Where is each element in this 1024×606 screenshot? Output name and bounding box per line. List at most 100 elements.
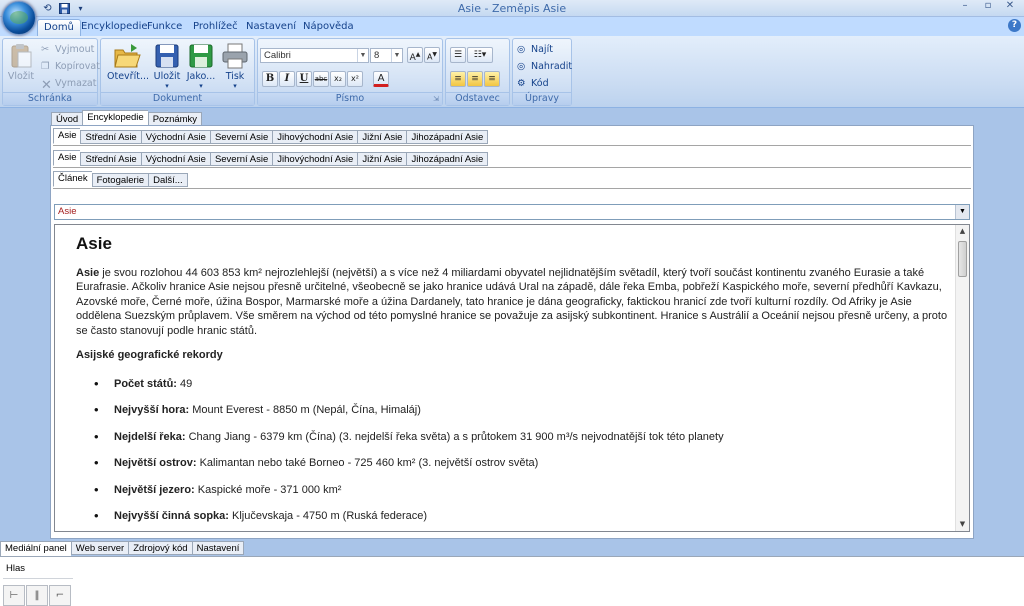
workspace: Úvod Encyklopedie Poznámky Asie Střední … bbox=[0, 109, 1024, 540]
open-button[interactable]: Otevřít... bbox=[107, 42, 149, 82]
article-content: Asie Asie je svou rozlohou 44 603 853 km… bbox=[76, 231, 951, 531]
region-tab-severni-asie[interactable]: Severní Asie bbox=[209, 152, 273, 166]
vertical-scrollbar[interactable]: ▲ ▼ bbox=[955, 225, 969, 531]
pause-button[interactable]: ‖ bbox=[26, 585, 48, 606]
close-button[interactable]: ✕ bbox=[999, 0, 1021, 15]
scissors-icon: ✂ bbox=[41, 44, 49, 55]
cut-button[interactable]: ✂ Vyjmout bbox=[41, 44, 94, 55]
scroll-down-icon[interactable]: ▼ bbox=[956, 518, 969, 531]
align-right-icon[interactable]: ≡ bbox=[484, 71, 500, 87]
bullet-list-icon[interactable]: ☰ bbox=[450, 47, 466, 63]
region-tab-jizni-asie[interactable]: Jižní Asie bbox=[357, 152, 407, 166]
group-editing: ◎ Najít ◎ Nahradit ⚙ Kód Úpravy bbox=[512, 38, 572, 106]
tab-funkce[interactable]: Funkce bbox=[141, 19, 188, 36]
font-color-button[interactable]: A bbox=[373, 71, 389, 87]
tab-prohlizec[interactable]: Prohlížeč bbox=[187, 19, 244, 36]
tab-encyklopedie-doc[interactable]: Encyklopedie bbox=[82, 110, 148, 126]
print-button[interactable]: Tisk ▾ bbox=[219, 42, 251, 90]
region-tab-vychodni-asie[interactable]: Východní Asie bbox=[140, 130, 210, 144]
grow-font-icon[interactable]: A▲ bbox=[407, 47, 423, 63]
bold-button[interactable]: B bbox=[262, 71, 278, 87]
tab-nastaveni[interactable]: Nastavení bbox=[240, 19, 302, 36]
group-label: Písmo bbox=[258, 92, 442, 105]
region-tab-strip-1: Asie Střední Asie Východní Asie Severní … bbox=[53, 128, 489, 144]
tab-medialni-panel[interactable]: Mediální panel bbox=[0, 541, 71, 557]
tab-napoveda[interactable]: Nápověda bbox=[297, 19, 360, 36]
region-tab-stredni-asie[interactable]: Střední Asie bbox=[80, 152, 141, 166]
region-tab-severni-asie[interactable]: Severní Asie bbox=[209, 130, 273, 144]
stop-button[interactable]: ⌐ bbox=[49, 585, 71, 606]
numbered-list-icon[interactable]: ☷▾ bbox=[467, 47, 493, 63]
application-menu-globe-icon[interactable] bbox=[2, 1, 36, 35]
group-label: Dokument bbox=[101, 92, 254, 105]
copy-button[interactable]: ❐ Kopírovat bbox=[41, 61, 100, 72]
shrink-font-icon[interactable]: A▼ bbox=[424, 47, 440, 63]
replace-button[interactable]: ◎ Nahradit bbox=[517, 61, 572, 72]
tab-fotogalerie[interactable]: Fotogalerie bbox=[91, 173, 149, 187]
minimize-button[interactable]: – bbox=[954, 0, 976, 15]
play-button[interactable]: ⊢ bbox=[3, 585, 25, 606]
list-item: Nejvyšší hora: Mount Everest - 8850 m (N… bbox=[94, 403, 951, 430]
region-tab-stredni-asie[interactable]: Střední Asie bbox=[80, 130, 141, 144]
code-button[interactable]: ⚙ Kód bbox=[517, 78, 549, 89]
font-name-select[interactable]: Calibri ▼ bbox=[260, 48, 369, 63]
align-left-icon[interactable]: ≡ bbox=[450, 71, 466, 87]
divider bbox=[53, 188, 971, 189]
paste-button[interactable]: Vložit bbox=[5, 42, 37, 82]
region-tab-jihozapadni-asie[interactable]: Jihozápadní Asie bbox=[406, 152, 489, 166]
tab-nastaveni-bottom[interactable]: Nastavení bbox=[191, 541, 245, 555]
region-tab-jihovychodni-asie[interactable]: Jihovýchodní Asie bbox=[272, 152, 358, 166]
region-tab-jizni-asie[interactable]: Jižní Asie bbox=[357, 130, 407, 144]
article-address-select[interactable]: Asie ▼ bbox=[54, 204, 970, 220]
align-center-icon[interactable]: ≡ bbox=[467, 71, 483, 87]
chevron-down-icon: ▾ bbox=[165, 82, 169, 90]
tab-uvod[interactable]: Úvod bbox=[51, 112, 83, 126]
scroll-up-icon[interactable]: ▲ bbox=[956, 225, 969, 238]
tab-poznamky[interactable]: Poznámky bbox=[147, 112, 203, 126]
list-item: Největší jezero: Kaspické moře - 371 000… bbox=[94, 483, 951, 510]
save-as-button[interactable]: Jako... ▾ bbox=[186, 42, 216, 90]
list-item: Největší ostrov: Kalimantan nebo také Bo… bbox=[94, 456, 951, 483]
encyclopedia-panel: Asie Střední Asie Východní Asie Severní … bbox=[50, 125, 974, 539]
maximize-button[interactable]: ▫ bbox=[977, 0, 999, 15]
tab-web-server[interactable]: Web server bbox=[70, 541, 129, 555]
chevron-down-icon: ▾ bbox=[233, 82, 237, 90]
tab-zdrojovy-kod[interactable]: Zdrojový kód bbox=[128, 541, 192, 555]
bottom-tab-strip: Mediální panel Web server Zdrojový kód N… bbox=[0, 541, 245, 557]
find-button[interactable]: ◎ Najít bbox=[517, 44, 553, 55]
region-tab-jihovychodni-asie[interactable]: Jihovýchodní Asie bbox=[272, 130, 358, 144]
scroll-thumb[interactable] bbox=[958, 241, 967, 277]
ribbon-tab-bar: Domů Encyklopedie Funkce Prohlížeč Nasta… bbox=[0, 17, 1024, 36]
region-tab-jihozapadni-asie[interactable]: Jihozápadní Asie bbox=[406, 130, 489, 144]
delete-x-icon: ✕ bbox=[41, 78, 52, 93]
tab-clanek[interactable]: Článek bbox=[53, 171, 92, 187]
save-button[interactable]: Uložit ▾ bbox=[152, 42, 182, 90]
list-item: Počet států: 49 bbox=[94, 377, 951, 404]
binoculars-icon: ◎ bbox=[517, 44, 526, 55]
tab-dalsi[interactable]: Další... bbox=[148, 173, 188, 187]
underline-button[interactable]: U bbox=[296, 71, 312, 87]
strikethrough-button[interactable]: abc bbox=[313, 71, 329, 87]
copy-icon: ❐ bbox=[41, 61, 50, 72]
font-size-select[interactable]: 8 ▼ bbox=[370, 48, 403, 63]
printer-icon bbox=[222, 43, 248, 69]
italic-button[interactable]: I bbox=[279, 71, 295, 87]
chevron-down-icon: ▼ bbox=[357, 49, 368, 62]
chevron-down-icon[interactable]: ▼ bbox=[955, 205, 969, 219]
delete-button[interactable]: ✕ Vymazat bbox=[41, 78, 96, 93]
region-tab-vychodni-asie[interactable]: Východní Asie bbox=[140, 152, 210, 166]
content-tab-strip: Článek Fotogalerie Další... bbox=[53, 171, 188, 187]
help-icon[interactable]: ? bbox=[1008, 19, 1021, 32]
article-heading: Asie bbox=[76, 234, 112, 253]
article-viewer[interactable]: Asie Asie je svou rozlohou 44 603 853 km… bbox=[54, 224, 970, 532]
list-item: Nejdelší řeka: Chang Jiang - 6379 km (Čí… bbox=[94, 430, 951, 457]
records-heading: Asijské geografické rekordy bbox=[76, 349, 223, 361]
subscript-button[interactable]: x₂ bbox=[330, 71, 346, 87]
title-bar: ⟲ ▾ Asie - Zeměpis Asie – ▫ ✕ bbox=[0, 0, 1024, 17]
region-tab-asie[interactable]: Asie bbox=[53, 128, 81, 144]
region-tab-asie[interactable]: Asie bbox=[53, 150, 81, 166]
divider bbox=[53, 145, 971, 146]
group-clipboard: Vložit ✂ Vyjmout ❐ Kopírovat ✕ Vymazat Schr… bbox=[2, 38, 100, 106]
dialog-launcher-icon[interactable]: ⇲ bbox=[433, 95, 439, 103]
superscript-button[interactable]: x² bbox=[347, 71, 363, 87]
